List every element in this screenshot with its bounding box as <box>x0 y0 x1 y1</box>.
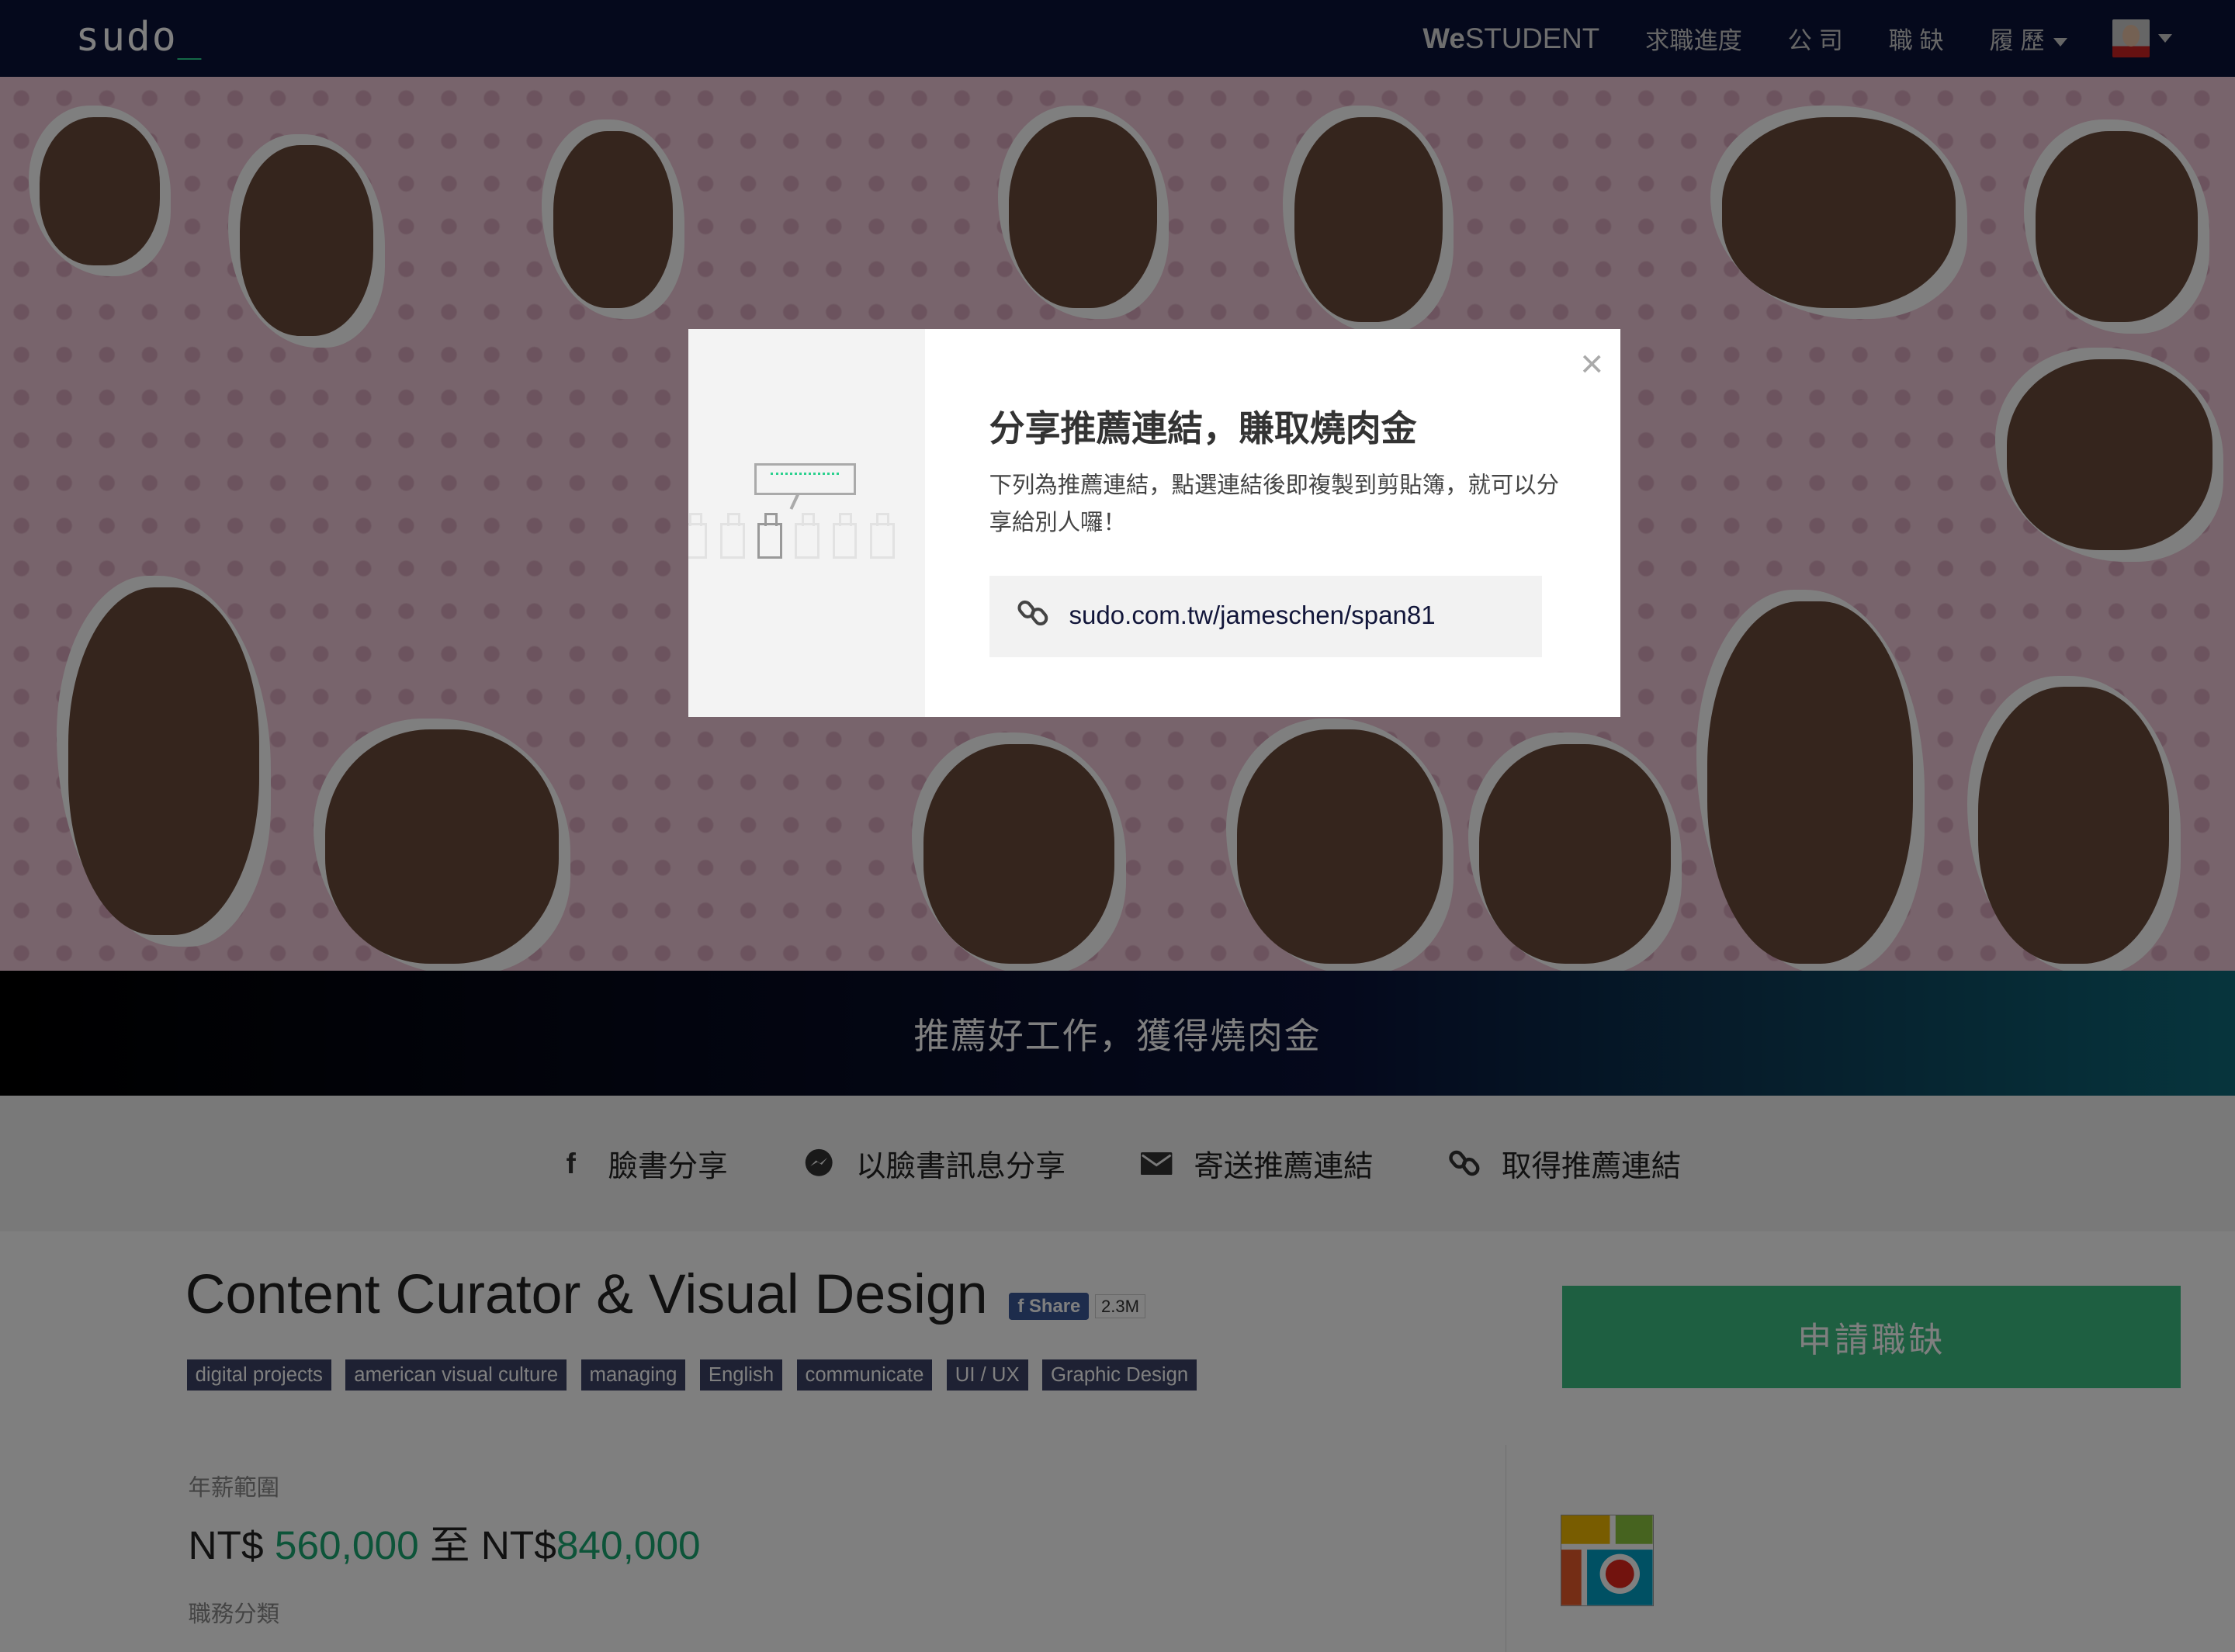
referral-link-copy[interactable]: sudo.com.tw/jameschen/span81 <box>989 576 1543 657</box>
speech-bubble-icon <box>754 462 856 495</box>
share-link-modal: × 分享推薦連結，賺取燒肉金 下列為推薦連結，點選連結後即複製到剪貼簿，就可以分… <box>688 329 1621 717</box>
modal-description: 下列為推薦連結，點選連結後即複製到剪貼簿，就可以分享給別人囉！ <box>989 473 1560 536</box>
referral-illustration <box>688 329 926 717</box>
referral-link-url: sudo.com.tw/jameschen/span81 <box>1069 601 1436 631</box>
modal-backdrop[interactable] <box>0 0 2235 1652</box>
link-icon <box>1017 597 1048 635</box>
modal-title: 分享推薦連結，賺取燒肉金 <box>989 408 1417 449</box>
page: sudo_ WeSTUDENT 求職進度 公 司 職 缺 履 歷 推薦好工作，獲… <box>0 0 2235 1652</box>
chairs-illustration <box>688 512 895 559</box>
close-icon[interactable]: × <box>1580 343 1603 383</box>
